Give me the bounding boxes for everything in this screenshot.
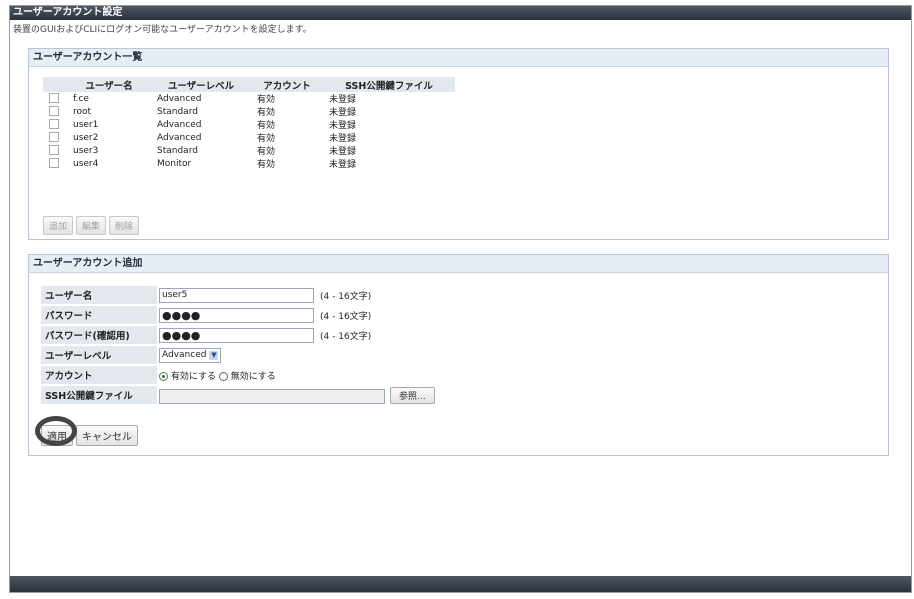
window-subtitle: 装置のGUIおよびCLIにログオン可能なユーザーアカウントを設定します。: [13, 25, 312, 35]
row-checkbox[interactable]: [49, 106, 59, 117]
ssh-key-file-input[interactable]: [159, 388, 385, 404]
row-ssh: 未登録: [329, 108, 357, 118]
table-row: user1 Advanced 有効 未登録: [43, 118, 455, 131]
row-checkbox[interactable]: [49, 145, 59, 156]
row-level: Advanced: [157, 119, 202, 130]
column-header-ssh: SSH公開鍵ファイル: [323, 77, 455, 92]
row-level: Advanced: [157, 132, 202, 143]
browse-button[interactable]: 参照...: [390, 386, 435, 404]
row-ssh: 未登録: [329, 121, 357, 131]
ssh-key-file-label: SSH公開鍵ファイル: [41, 385, 157, 406]
account-disable-radio[interactable]: [218, 371, 228, 381]
row-level: Standard: [157, 145, 198, 156]
row-account: 有効: [257, 160, 276, 170]
account-label: アカウント: [41, 365, 157, 386]
account-enable-radio[interactable]: [159, 371, 168, 381]
row-username: root: [73, 106, 92, 117]
row-ssh: 未登録: [329, 160, 357, 170]
row-ssh: 未登録: [329, 147, 357, 157]
edit-button[interactable]: 編集: [76, 216, 107, 235]
username-length-note: (4 - 16文字): [320, 291, 372, 302]
account-disable-label: 無効にする: [230, 371, 276, 382]
table-row: user2 Advanced 有効 未登録: [43, 131, 455, 144]
password-label: パスワード: [41, 305, 157, 326]
username-input[interactable]: user5: [159, 287, 314, 303]
select-column-header: [43, 77, 67, 92]
table-row: f.ce Advanced 有効 未登録: [43, 92, 455, 105]
row-account: 有効: [257, 134, 276, 144]
confirm-password-input[interactable]: ●●●●: [159, 327, 314, 343]
column-header-account: アカウント: [251, 77, 323, 92]
row-checkbox[interactable]: [49, 132, 59, 143]
row-ssh: 未登録: [329, 95, 357, 105]
add-account-title: ユーザーアカウント追加: [29, 255, 888, 273]
row-account: 有効: [257, 95, 276, 105]
row-level: Standard: [157, 106, 198, 117]
row-account: 有効: [257, 121, 276, 131]
confirm-password-label: パスワード(確認用): [41, 325, 157, 346]
table-header-row: ユーザー名 ユーザーレベル アカウント SSH公開鍵ファイル: [43, 77, 455, 92]
add-button[interactable]: 追加: [43, 216, 74, 235]
row-level: Monitor: [157, 158, 192, 169]
username-label: ユーザー名: [41, 286, 157, 306]
table-row: root Standard 有効 未登録: [43, 105, 455, 118]
row-account: 有効: [257, 108, 276, 118]
password-input[interactable]: ●●●●: [159, 307, 314, 323]
row-username: user4: [73, 158, 99, 169]
user-level-value: Advanced: [162, 349, 207, 360]
column-header-level: ユーザーレベル: [151, 77, 251, 92]
form-button-row: 適用 キャンセル: [35, 416, 141, 446]
account-table: ユーザー名 ユーザーレベル アカウント SSH公開鍵ファイル f.ce Adva…: [43, 77, 455, 170]
row-username: user2: [73, 132, 99, 143]
account-enable-label: 有効にする: [170, 371, 216, 382]
column-header-username: ユーザー名: [67, 77, 151, 92]
highlight-circle: [35, 416, 77, 446]
account-list-title: ユーザーアカウント一覧: [29, 49, 888, 67]
password-length-note: (4 - 16文字): [320, 311, 372, 322]
row-username: user3: [73, 145, 99, 156]
row-username: f.ce: [73, 93, 89, 104]
user-level-label: ユーザーレベル: [41, 345, 157, 366]
row-account: 有効: [257, 147, 276, 157]
row-checkbox[interactable]: [49, 119, 59, 130]
row-username: user1: [73, 119, 99, 130]
chevron-down-icon[interactable]: ▼: [209, 350, 219, 360]
add-account-panel: ユーザーアカウント追加 ユーザー名 user5 (4 - 16文字) パスワード…: [28, 254, 889, 456]
window-frame: ユーザーアカウント設定 装置のGUIおよびCLIにログオン可能なユーザーアカウン…: [9, 5, 912, 593]
account-list-panel: ユーザーアカウント一覧 ユーザー名 ユーザーレベル アカウント SSH公開鍵ファ…: [28, 48, 889, 240]
table-row: user3 Standard 有効 未登録: [43, 144, 455, 157]
delete-button[interactable]: 削除: [109, 216, 140, 235]
row-ssh: 未登録: [329, 134, 357, 144]
row-checkbox[interactable]: [49, 93, 59, 104]
user-level-select[interactable]: Advanced ▼: [159, 347, 222, 363]
list-button-row: 追加 編集 削除: [43, 214, 142, 235]
add-account-form: ユーザー名 user5 (4 - 16文字) パスワード ●●●● (4 - 1…: [41, 286, 438, 406]
status-bar: [10, 576, 911, 592]
confirm-password-length-note: (4 - 16文字): [320, 331, 372, 342]
row-checkbox[interactable]: [49, 158, 59, 169]
row-level: Advanced: [157, 93, 202, 104]
window-title: ユーザーアカウント設定: [10, 6, 911, 20]
table-row: user4 Monitor 有効 未登録: [43, 157, 455, 170]
cancel-button[interactable]: キャンセル: [76, 425, 138, 446]
